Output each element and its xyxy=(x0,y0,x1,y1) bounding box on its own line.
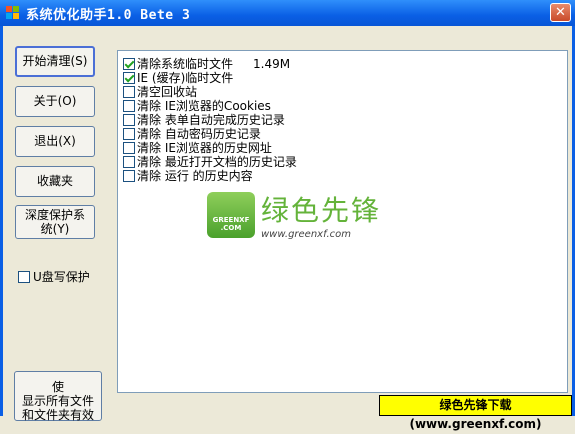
app-icon xyxy=(6,6,19,19)
watermark-brand: 绿色先锋 xyxy=(261,194,382,227)
start-clean-button[interactable]: 开始清理(S) xyxy=(15,46,95,77)
show-all-files-button[interactable]: 使 显示所有文件 和文件夹有效 xyxy=(14,371,102,422)
usb-write-protect-checkbox[interactable] xyxy=(18,270,30,283)
watermark-logo: GREENXF .COM xyxy=(207,191,255,238)
clean-item-checkbox[interactable] xyxy=(123,85,135,98)
exit-button[interactable]: 退出(X) xyxy=(15,126,95,157)
close-icon: ✕ xyxy=(555,5,566,20)
close-button[interactable]: ✕ xyxy=(550,3,571,22)
watermark-url: www.greenxf.com xyxy=(261,229,351,240)
temp-size-value: 1.49M xyxy=(253,56,291,71)
clean-item-checkbox[interactable] xyxy=(123,127,135,140)
deep-protect-button[interactable]: 深度保护系 统(Y) xyxy=(15,205,95,239)
show-files-line3: 和文件夹有效 xyxy=(21,408,94,422)
clean-item-checkbox[interactable] xyxy=(123,155,135,168)
watermark: GREENXF .COM 绿色先锋 www.greenxf.com xyxy=(207,189,381,240)
usb-write-protect-label: U盘写保护 xyxy=(33,270,90,284)
about-button[interactable]: 关于(O) xyxy=(15,86,95,117)
clean-options-list[interactable]: 清除系统临时文件 1.49M IE (缓存)临时文件 清空回收站 清除 IE浏览… xyxy=(117,50,568,393)
clean-item-checkbox[interactable] xyxy=(123,141,135,154)
clean-item-checkbox[interactable] xyxy=(123,99,135,112)
favorites-button[interactable]: 收藏夹 xyxy=(15,166,95,197)
list-item[interactable]: 清除 运行 的历史内容 xyxy=(123,167,253,184)
deep-protect-label-line2: 统(Y) xyxy=(40,222,70,236)
deep-protect-label-line1: 深度保护系 xyxy=(24,208,85,222)
clean-item-label: 清除 运行 的历史内容 xyxy=(137,169,253,183)
show-files-line2: 显示所有文件 xyxy=(21,394,94,408)
site-banner: 绿色先锋下载(www.greenxf.com) xyxy=(379,395,572,431)
clean-item-checkbox[interactable] xyxy=(123,57,135,70)
clean-item-checkbox[interactable] xyxy=(123,169,135,182)
show-files-line1: 使 xyxy=(51,380,64,394)
window-title: 系统优化助手1.0 Bete 3 xyxy=(26,8,191,23)
title-bar: 系统优化助手1.0 Bete 3 ✕ xyxy=(0,0,575,26)
usb-write-protect[interactable]: U盘写保护 xyxy=(18,268,90,285)
clean-item-checkbox[interactable] xyxy=(123,71,135,84)
clean-item-checkbox[interactable] xyxy=(123,113,135,126)
